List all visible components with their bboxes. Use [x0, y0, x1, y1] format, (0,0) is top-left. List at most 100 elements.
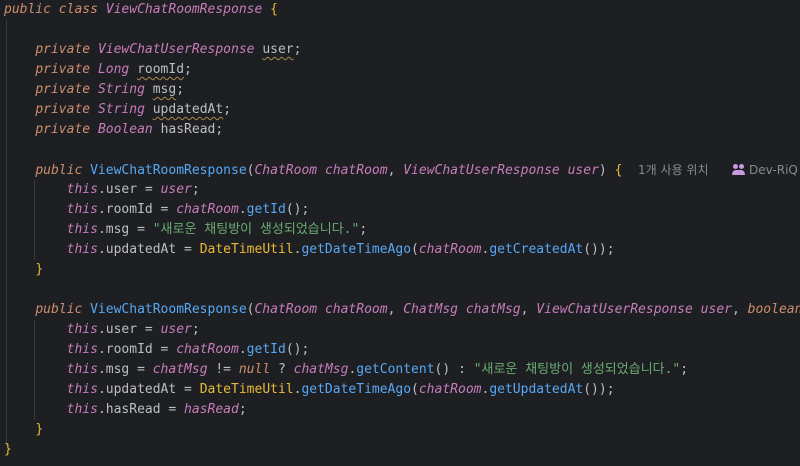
code-line-14[interactable]: }	[4, 260, 43, 280]
open-brace: {	[270, 2, 278, 17]
field-roomid: roomId	[105, 202, 153, 217]
field-roomid: roomId	[105, 342, 153, 357]
code-line-17[interactable]: this.user = user;	[4, 320, 200, 340]
code-line-13[interactable]: this.updatedAt = DateTimeUtil.getDateTim…	[4, 240, 615, 260]
param-chatmsg: chatMsg	[152, 362, 208, 377]
close-brace: }	[35, 422, 44, 437]
field-user: user	[262, 42, 294, 57]
code-line-5[interactable]: private String msg;	[4, 80, 184, 100]
keyword-class: class	[58, 2, 98, 17]
code-line-22[interactable]: }	[4, 420, 43, 440]
code-line-18[interactable]: this.roomId = chatRoom.getId();	[4, 340, 310, 360]
string-literal: "새로운 채팅방이 생성되었습니다."	[473, 362, 681, 377]
method-getupdatedat: getUpdatedAt	[489, 382, 584, 397]
keyword-boolean: boolean	[747, 302, 800, 317]
code-line-12[interactable]: this.msg = "새로운 채팅방이 생성되었습니다.";	[4, 220, 368, 240]
code-line-6[interactable]: private String updatedAt;	[4, 100, 231, 120]
param-chatmsg: chatMsg	[293, 362, 349, 377]
keyword-this: this	[66, 202, 98, 217]
code-line-16[interactable]: public ViewChatRoomResponse(ChatRoom cha…	[4, 300, 800, 320]
code-line-3[interactable]: private ViewChatUserResponse user;	[4, 40, 301, 60]
code-line-4[interactable]: private Long roomId;	[4, 60, 192, 80]
keyword-public: public	[35, 163, 83, 178]
string-literal: "새로운 채팅방이 생성되었습니다."	[152, 222, 360, 237]
constructor-name: ViewChatRoomResponse	[90, 302, 247, 317]
code-line-10[interactable]: this.user = user;	[4, 180, 200, 200]
field-hasread: hasRead	[160, 122, 216, 137]
param-chatmsg: chatMsg	[465, 302, 521, 317]
author-name: Dev-RiQ	[749, 163, 798, 177]
close-brace: }	[35, 262, 44, 277]
author-hint[interactable]: Dev-RiQ	[732, 163, 798, 177]
code-editor[interactable]: public class ViewChatRoomResponse { priv…	[0, 0, 800, 466]
method-getcontent: getContent	[356, 362, 435, 377]
keyword-this: this	[66, 242, 98, 257]
field-hasread: hasRead	[105, 402, 161, 417]
keyword-this: this	[66, 182, 98, 197]
field-msg: msg	[105, 362, 130, 377]
method-getdatetimeago: getDateTimeAgo	[301, 382, 412, 397]
type-name: String	[97, 102, 145, 117]
param-chatroom: chatRoom	[324, 302, 388, 317]
code-line-20[interactable]: this.updatedAt = DateTimeUtil.getDateTim…	[4, 380, 615, 400]
keyword-private: private	[35, 82, 91, 97]
type-name: ViewChatUserResponse	[403, 163, 560, 178]
type-name: String	[97, 82, 145, 97]
code-line-19[interactable]: this.msg = chatMsg != null ? chatMsg.get…	[4, 360, 688, 380]
type-name: ChatRoom	[254, 163, 318, 178]
code-line-21[interactable]: this.hasRead = hasRead;	[4, 400, 247, 420]
users-icon	[732, 163, 746, 175]
usages-hint[interactable]: 1개 사용 위치	[638, 163, 708, 177]
code-line-7[interactable]: private Boolean hasRead;	[4, 120, 223, 140]
method-getid: getId	[246, 202, 286, 217]
util-class: DateTimeUtil	[199, 242, 294, 257]
keyword-this: this	[66, 322, 98, 337]
field-msg: msg	[152, 82, 177, 97]
keyword-null: null	[238, 362, 271, 377]
method-getid: getId	[246, 342, 286, 357]
code-line-9[interactable]: public ViewChatRoomResponse(ChatRoom cha…	[4, 160, 798, 180]
code-line-23[interactable]: }	[4, 440, 12, 460]
keyword-this: this	[66, 362, 98, 377]
param-user: user	[700, 302, 732, 317]
keyword-this: this	[66, 222, 98, 237]
code-line-11[interactable]: this.roomId = chatRoom.getId();	[4, 200, 310, 220]
field-user: user	[105, 182, 138, 197]
param-chatroom: chatRoom	[418, 242, 482, 257]
keyword-public: public	[4, 2, 51, 17]
field-updatedat: updatedAt	[152, 102, 224, 117]
keyword-this: this	[66, 382, 98, 397]
type-name: Boolean	[97, 122, 153, 137]
param-chatroom: chatRoom	[324, 163, 388, 178]
param-user: user	[160, 322, 192, 337]
keyword-private: private	[35, 102, 91, 117]
keyword-private: private	[35, 42, 91, 57]
method-getdatetimeago: getDateTimeAgo	[301, 242, 412, 257]
keyword-public: public	[35, 302, 83, 317]
keyword-this: this	[66, 402, 98, 417]
type-name: ChatMsg	[403, 302, 459, 317]
param-chatroom: chatRoom	[418, 382, 482, 397]
constructor-name: ViewChatRoomResponse	[90, 163, 247, 178]
open-brace: {	[614, 163, 623, 178]
field-msg: msg	[105, 222, 130, 237]
param-chatroom: chatRoom	[176, 342, 239, 357]
param-user: user	[160, 182, 192, 197]
field-user: user	[105, 322, 138, 337]
type-name: ViewChatUserResponse	[97, 42, 255, 57]
keyword-private: private	[35, 62, 91, 77]
code-line-1[interactable]: public class ViewChatRoomResponse {	[4, 0, 278, 20]
close-brace: }	[4, 442, 12, 457]
class-name: ViewChatRoomResponse	[105, 2, 263, 17]
field-updatedat: updatedAt	[105, 382, 177, 397]
util-class: DateTimeUtil	[199, 382, 294, 397]
param-user: user	[567, 163, 599, 178]
keyword-private: private	[35, 122, 91, 137]
method-getcreatedat: getCreatedAt	[489, 242, 584, 257]
type-name: Long	[97, 62, 130, 77]
param-hasread: hasRead	[184, 402, 239, 417]
field-roomid: roomId	[137, 62, 185, 77]
keyword-this: this	[66, 342, 98, 357]
type-name: ChatRoom	[254, 302, 318, 317]
type-name: ViewChatUserResponse	[536, 302, 693, 317]
